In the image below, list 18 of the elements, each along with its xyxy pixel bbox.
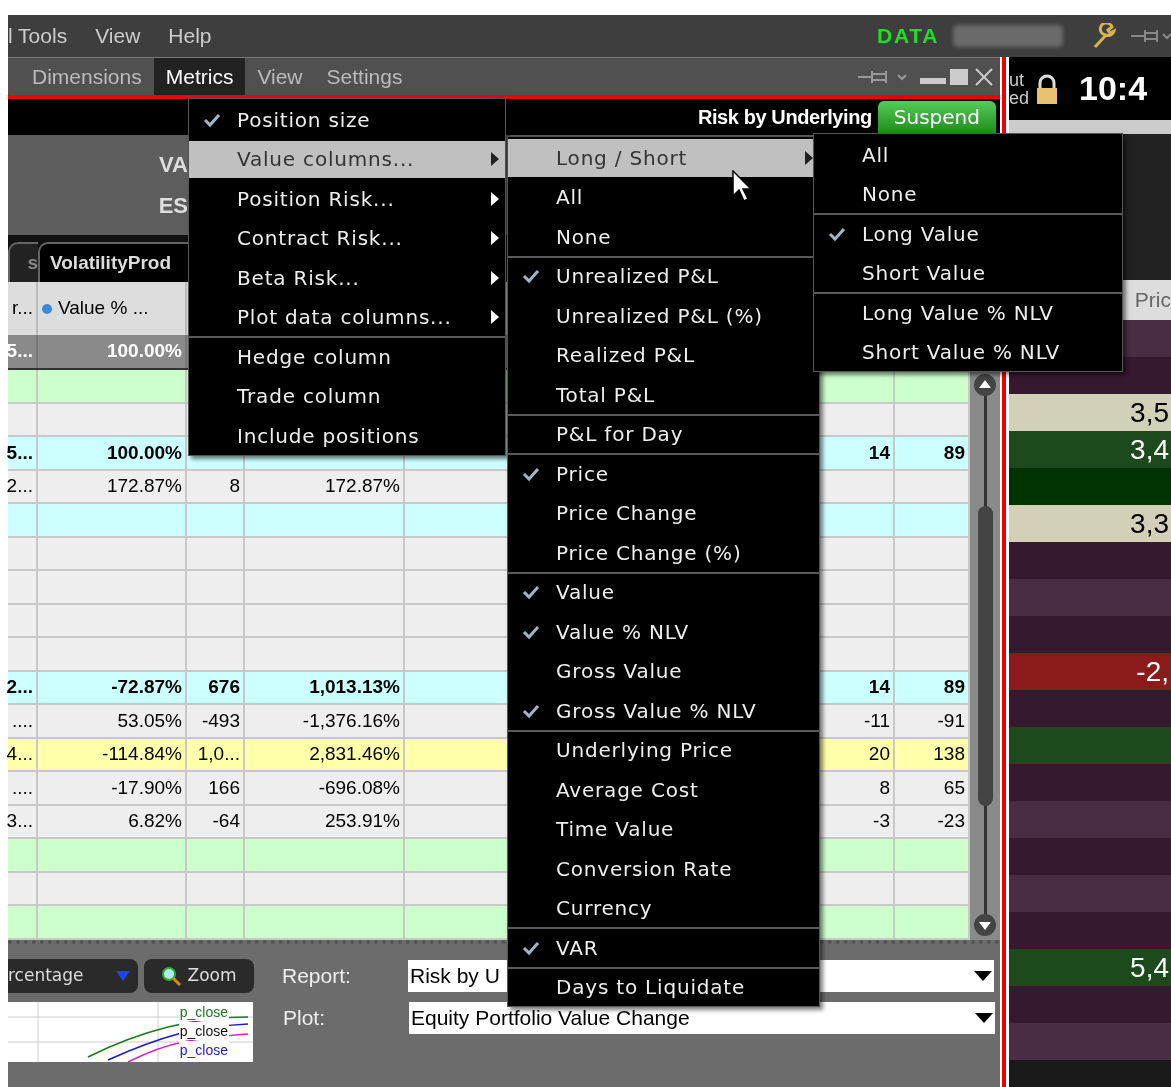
- price-value: 3,4: [1130, 432, 1169, 467]
- plot-label: Plot:: [283, 1004, 327, 1031]
- price-value: 3,5: [1130, 395, 1169, 430]
- legend-label: p_close: [178, 1040, 229, 1059]
- price-value: -2,: [1136, 654, 1169, 689]
- total-value: 100.00%: [107, 339, 182, 364]
- header-label: VA: [159, 151, 188, 179]
- window-title: Risk by Underlying: [697, 105, 872, 130]
- header-label: ES: [158, 192, 188, 220]
- status-text: ed: [1009, 88, 1030, 107]
- data-status: DATA: [877, 23, 939, 50]
- legend-label: p_close: [178, 1021, 229, 1040]
- price-value: 3,3: [1130, 506, 1169, 541]
- report-label: Report:: [282, 962, 352, 989]
- status-text: ut: [1009, 70, 1025, 89]
- total-value: 5...: [6, 339, 33, 364]
- price-value: 5,4: [1130, 950, 1169, 985]
- clock: 10:4: [1079, 68, 1148, 109]
